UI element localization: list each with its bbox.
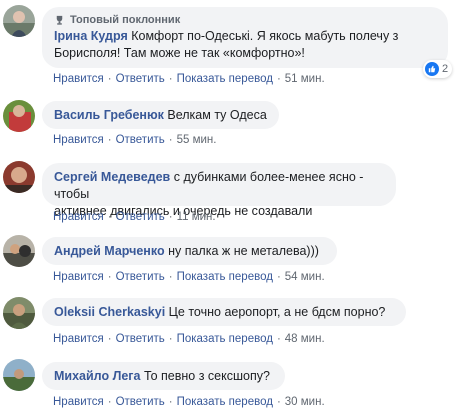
trophy-icon — [56, 15, 63, 25]
comment-bubble: Михайло Лега То певно з сексшопу? — [42, 362, 285, 390]
reply-link[interactable]: Ответить — [116, 271, 165, 283]
like-reaction-icon — [425, 62, 439, 76]
reply-link[interactable]: Ответить — [116, 73, 165, 85]
avatar[interactable] — [3, 100, 35, 132]
top-fan-badge: Топовый поклонник — [54, 13, 436, 27]
reply-link[interactable]: Ответить — [116, 396, 165, 408]
like-link[interactable]: Нравится — [53, 271, 104, 283]
comment-actions: Нравится · Ответить · 55 мин. — [53, 134, 217, 146]
comment-time[interactable]: 55 мин. — [177, 134, 217, 146]
like-link[interactable]: Нравится — [53, 333, 104, 345]
comment-bubble: Топовый поклонник Ірина Кудря Комфорт по… — [42, 7, 448, 68]
comment-actions: Нравится · Ответить · Показать перевод · 30 ми… — [53, 396, 325, 408]
comment-time[interactable]: 54 мин. — [285, 271, 325, 283]
avatar[interactable] — [3, 5, 35, 37]
comment-time[interactable]: 30 мин. — [285, 396, 325, 408]
comment-actions: Нравится · Ответить · Показать перевод · 51 ми… — [53, 73, 325, 85]
reply-link[interactable]: Ответить — [116, 211, 165, 223]
comment-time[interactable]: 51 мин. — [285, 73, 325, 85]
translate-link[interactable]: Показать перевод — [177, 73, 273, 85]
reply-link[interactable]: Ответить — [116, 333, 165, 345]
avatar[interactable] — [3, 235, 35, 267]
comment-bubble: Сергей Медеведев с дубинками более-менее… — [42, 163, 396, 218]
translate-link[interactable]: Показать перевод — [177, 333, 273, 345]
avatar[interactable] — [3, 297, 35, 329]
comment-bubble: Oleksii Cherkaskyi Це точно аеропорт, а … — [42, 298, 406, 326]
like-link[interactable]: Нравится — [53, 211, 104, 223]
like-link[interactable]: Нравится — [53, 134, 104, 146]
avatar[interactable] — [3, 359, 35, 391]
comment-author[interactable]: Андрей Марченко — [54, 244, 165, 258]
comment-text: Велкам ту Одеса — [167, 108, 267, 122]
comment-author[interactable]: Сергей Медеведев — [54, 170, 170, 184]
like-link[interactable]: Нравится — [53, 396, 104, 408]
comment-text: То певно з сексшопу? — [143, 369, 270, 383]
translate-link[interactable]: Показать перевод — [177, 396, 273, 408]
comment-text: Комфорт по-Одеські. Я якось мабуть полеч… — [131, 29, 399, 43]
comment-author[interactable]: Oleksii Cherkaskyi — [54, 305, 165, 319]
avatar[interactable] — [3, 161, 35, 193]
comment-time[interactable]: 11 мин. — [177, 211, 216, 223]
comment-time[interactable]: 48 мин. — [285, 333, 325, 345]
comment-text: Це точно аеропорт, а не бдсм порно? — [168, 305, 386, 319]
comment-author[interactable]: Ірина Кудря — [54, 29, 128, 43]
translate-link[interactable]: Показать перевод — [177, 271, 273, 283]
comment-text: ну палка ж не металева))) — [168, 244, 319, 258]
comment-bubble: Андрей Марченко ну палка ж не металева))… — [42, 237, 337, 265]
comment-bubble: Василь Гребенюк Велкам ту Одеса — [42, 101, 279, 129]
comment-author[interactable]: Василь Гребенюк — [54, 108, 164, 122]
comment-author[interactable]: Михайло Лега — [54, 369, 140, 383]
reply-link[interactable]: Ответить — [116, 134, 165, 146]
comment-text-line2: Борисполя! Там може не так «комфортно»! — [54, 46, 305, 60]
reaction-count[interactable]: 2 — [423, 60, 453, 78]
comment-actions: Нравится · Ответить · Показать перевод · 48 ми… — [53, 333, 325, 345]
comment-actions: Нравится · Ответить · 11 мин. — [53, 211, 216, 223]
like-link[interactable]: Нравится — [53, 73, 104, 85]
comment-actions: Нравится · Ответить · Показать перевод · 54 ми… — [53, 271, 325, 283]
